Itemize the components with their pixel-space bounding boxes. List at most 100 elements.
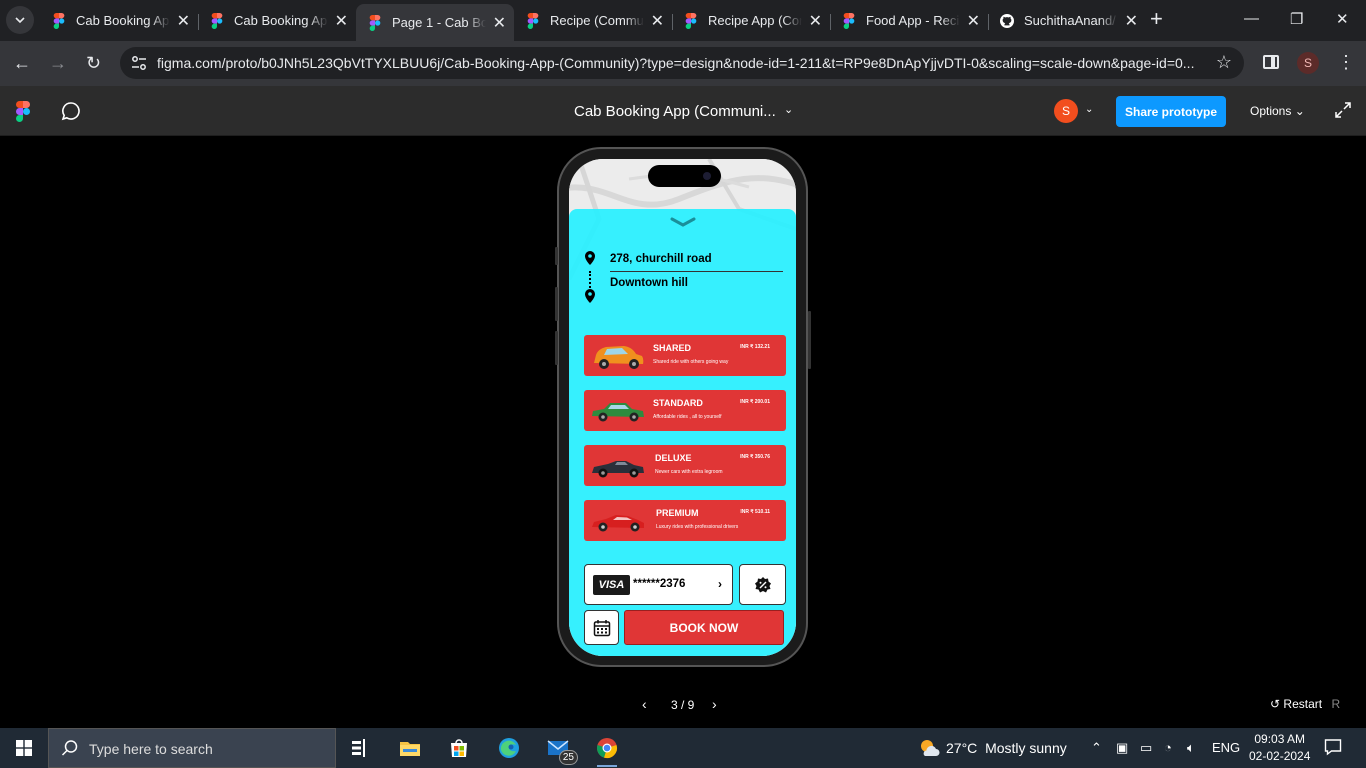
partly-sunny-icon bbox=[921, 740, 940, 756]
bookmark-star-icon[interactable]: ☆ bbox=[1216, 52, 1232, 73]
microsoft-store-icon[interactable] bbox=[447, 736, 471, 760]
battery-icon[interactable]: ▭ bbox=[1140, 740, 1152, 756]
restore-window-icon[interactable]: ❐ bbox=[1290, 10, 1303, 28]
figma-favicon-icon bbox=[369, 14, 381, 31]
chevron-down-icon[interactable]: ⌄ bbox=[1085, 104, 1093, 115]
card-number: ******2376 bbox=[633, 578, 686, 590]
promo-button[interactable] bbox=[739, 564, 786, 605]
figma-logo-icon[interactable] bbox=[16, 101, 30, 122]
browser-tab[interactable]: Food App - Recipe ✕ bbox=[830, 6, 989, 35]
browser-tab[interactable]: SuchithaAnand/ ✕ bbox=[988, 6, 1146, 35]
sports-car-icon bbox=[592, 515, 644, 532]
user-avatar[interactable]: S bbox=[1054, 99, 1078, 123]
github-favicon-icon bbox=[1000, 13, 1014, 28]
ride-name: SHARED bbox=[653, 343, 692, 353]
browser-tab[interactable]: Cab Booking App ✕ bbox=[198, 6, 356, 35]
tab-title: Recipe App (Community) bbox=[708, 13, 802, 28]
ride-description: Luxury rides with professional drivers bbox=[656, 524, 739, 530]
reload-icon[interactable]: ↻ bbox=[86, 53, 101, 73]
ride-option-premium[interactable]: PREMIUM INR ₹ 510.11 Luxury rides with p… bbox=[584, 500, 786, 541]
tab-title: Food App - Recipe bbox=[866, 13, 960, 28]
edge-browser-icon[interactable] bbox=[497, 736, 521, 760]
browser-tab[interactable]: Recipe (Community) ✕ bbox=[514, 6, 673, 35]
mail-app[interactable]: 25 bbox=[546, 736, 578, 765]
tab-close-icon[interactable]: ✕ bbox=[177, 11, 190, 31]
options-menu[interactable]: Options ⌄ bbox=[1250, 104, 1305, 118]
show-hidden-icons-icon[interactable]: ⌃ bbox=[1091, 740, 1102, 756]
browser-tab[interactable]: Recipe App (Community) ✕ bbox=[672, 6, 831, 35]
browser-tab-active[interactable]: Page 1 - Cab Booking ✕ bbox=[356, 4, 514, 41]
tab-title: Page 1 - Cab Booking bbox=[392, 15, 486, 30]
figma-favicon-icon bbox=[685, 12, 697, 29]
clock[interactable]: 09:03 AM 02-02-2024 bbox=[1249, 731, 1310, 765]
taskbar-search[interactable]: Type here to search bbox=[48, 728, 336, 768]
comment-icon[interactable] bbox=[61, 101, 81, 121]
site-settings-icon[interactable] bbox=[131, 54, 147, 72]
pickup-pin-icon bbox=[585, 251, 595, 265]
tab-search-button[interactable] bbox=[6, 6, 34, 34]
ride-name: DELUXE bbox=[655, 453, 692, 463]
visa-logo: VISA bbox=[593, 575, 630, 595]
back-icon[interactable]: ← bbox=[13, 53, 31, 73]
close-window-icon[interactable]: ✕ bbox=[1336, 10, 1349, 28]
address-bar[interactable]: figma.com/proto/b0JNh5L23QbVtTYXLBUU6j/C… bbox=[120, 47, 1244, 79]
wifi-icon[interactable]: ◔ bbox=[1164, 740, 1172, 755]
file-title[interactable]: Cab Booking App (Communi... bbox=[574, 103, 776, 120]
profile-avatar[interactable]: S bbox=[1297, 52, 1319, 74]
dynamic-island bbox=[648, 165, 721, 187]
browser-menu-icon[interactable]: ⋮ bbox=[1337, 52, 1355, 72]
ride-description: Newer cars with extra legroom bbox=[655, 469, 723, 475]
tab-close-icon[interactable]: ✕ bbox=[493, 13, 506, 33]
clock-date: 02-02-2024 bbox=[1249, 749, 1311, 763]
dropoff-location[interactable]: Downtown hill bbox=[610, 277, 688, 289]
booking-sheet: 278, churchill road Downtown hill SHARED… bbox=[569, 209, 796, 656]
ride-option-deluxe[interactable]: DELUXE INR ₹ 350.76 Newer cars with extr… bbox=[584, 445, 786, 486]
windows-start-icon[interactable] bbox=[16, 740, 32, 756]
minimize-icon[interactable]: — bbox=[1244, 10, 1259, 27]
tab-close-icon[interactable]: ✕ bbox=[335, 11, 348, 31]
calendar-icon bbox=[593, 619, 610, 636]
mail-badge: 25 bbox=[558, 750, 578, 765]
ride-option-shared[interactable]: SHARED INR ₹ 132.21 Shared ride with oth… bbox=[584, 335, 786, 376]
share-prototype-button[interactable]: Share prototype bbox=[1116, 96, 1226, 127]
search-icon bbox=[61, 740, 78, 756]
restart-icon: ↺ bbox=[1270, 697, 1281, 711]
schedule-button[interactable] bbox=[584, 610, 619, 645]
ride-option-standard[interactable]: STANDARD INR ₹ 200.01 Affordable rides ,… bbox=[584, 390, 786, 431]
tab-title: SuchithaAnand/ bbox=[1024, 13, 1116, 28]
restart-button[interactable]: ↺ Restart R bbox=[1270, 697, 1340, 711]
weather-widget[interactable]: 27°C Mostly sunny bbox=[918, 737, 1067, 759]
chrome-app[interactable] bbox=[595, 736, 619, 767]
previous-frame-icon[interactable]: ‹ bbox=[642, 696, 647, 712]
tab-close-icon[interactable]: ✕ bbox=[809, 11, 822, 31]
new-tab-button[interactable]: + bbox=[1150, 8, 1163, 30]
phone-button bbox=[808, 311, 811, 369]
chevron-down-icon[interactable]: ⌄ bbox=[784, 103, 793, 116]
forward-icon[interactable]: → bbox=[49, 53, 67, 73]
figma-favicon-icon bbox=[53, 12, 65, 29]
tab-close-icon[interactable]: ✕ bbox=[967, 11, 980, 31]
location-divider bbox=[610, 271, 783, 272]
restart-shortcut: R bbox=[1331, 697, 1341, 711]
language-indicator[interactable]: ENG bbox=[1212, 740, 1240, 755]
payment-method-selector[interactable]: VISA ******2376 › bbox=[584, 564, 733, 605]
browser-toolbar: ← → ↻ figma.com/proto/b0JNh5L23QbVtTYXLB… bbox=[0, 41, 1366, 86]
tab-close-icon[interactable]: ✕ bbox=[651, 11, 664, 31]
chevron-down-icon[interactable] bbox=[670, 217, 696, 227]
meet-now-icon[interactable]: ▣ bbox=[1116, 740, 1128, 756]
file-explorer-icon[interactable] bbox=[398, 736, 422, 760]
fullscreen-icon[interactable] bbox=[1335, 102, 1351, 118]
phone-button bbox=[555, 247, 558, 265]
chevron-down-icon bbox=[15, 17, 25, 24]
browser-tab[interactable]: Cab Booking App ✕ bbox=[40, 6, 199, 35]
tab-close-icon[interactable]: ✕ bbox=[1125, 11, 1138, 31]
figma-prototype-toolbar: Cab Booking App (Communi... ⌄ S ⌄ Share … bbox=[0, 86, 1366, 136]
task-view-icon[interactable] bbox=[349, 736, 373, 760]
url-text[interactable]: figma.com/proto/b0JNh5L23QbVtTYXLBUU6j/C… bbox=[157, 55, 1207, 71]
volume-icon[interactable]: 🔈︎ bbox=[1187, 740, 1195, 756]
next-frame-icon[interactable]: › bbox=[712, 696, 717, 712]
pickup-location[interactable]: 278, churchill road bbox=[610, 253, 712, 265]
notification-icon[interactable] bbox=[1324, 738, 1342, 756]
side-panel-icon[interactable] bbox=[1263, 55, 1279, 69]
book-now-button[interactable]: BOOK NOW bbox=[624, 610, 784, 645]
